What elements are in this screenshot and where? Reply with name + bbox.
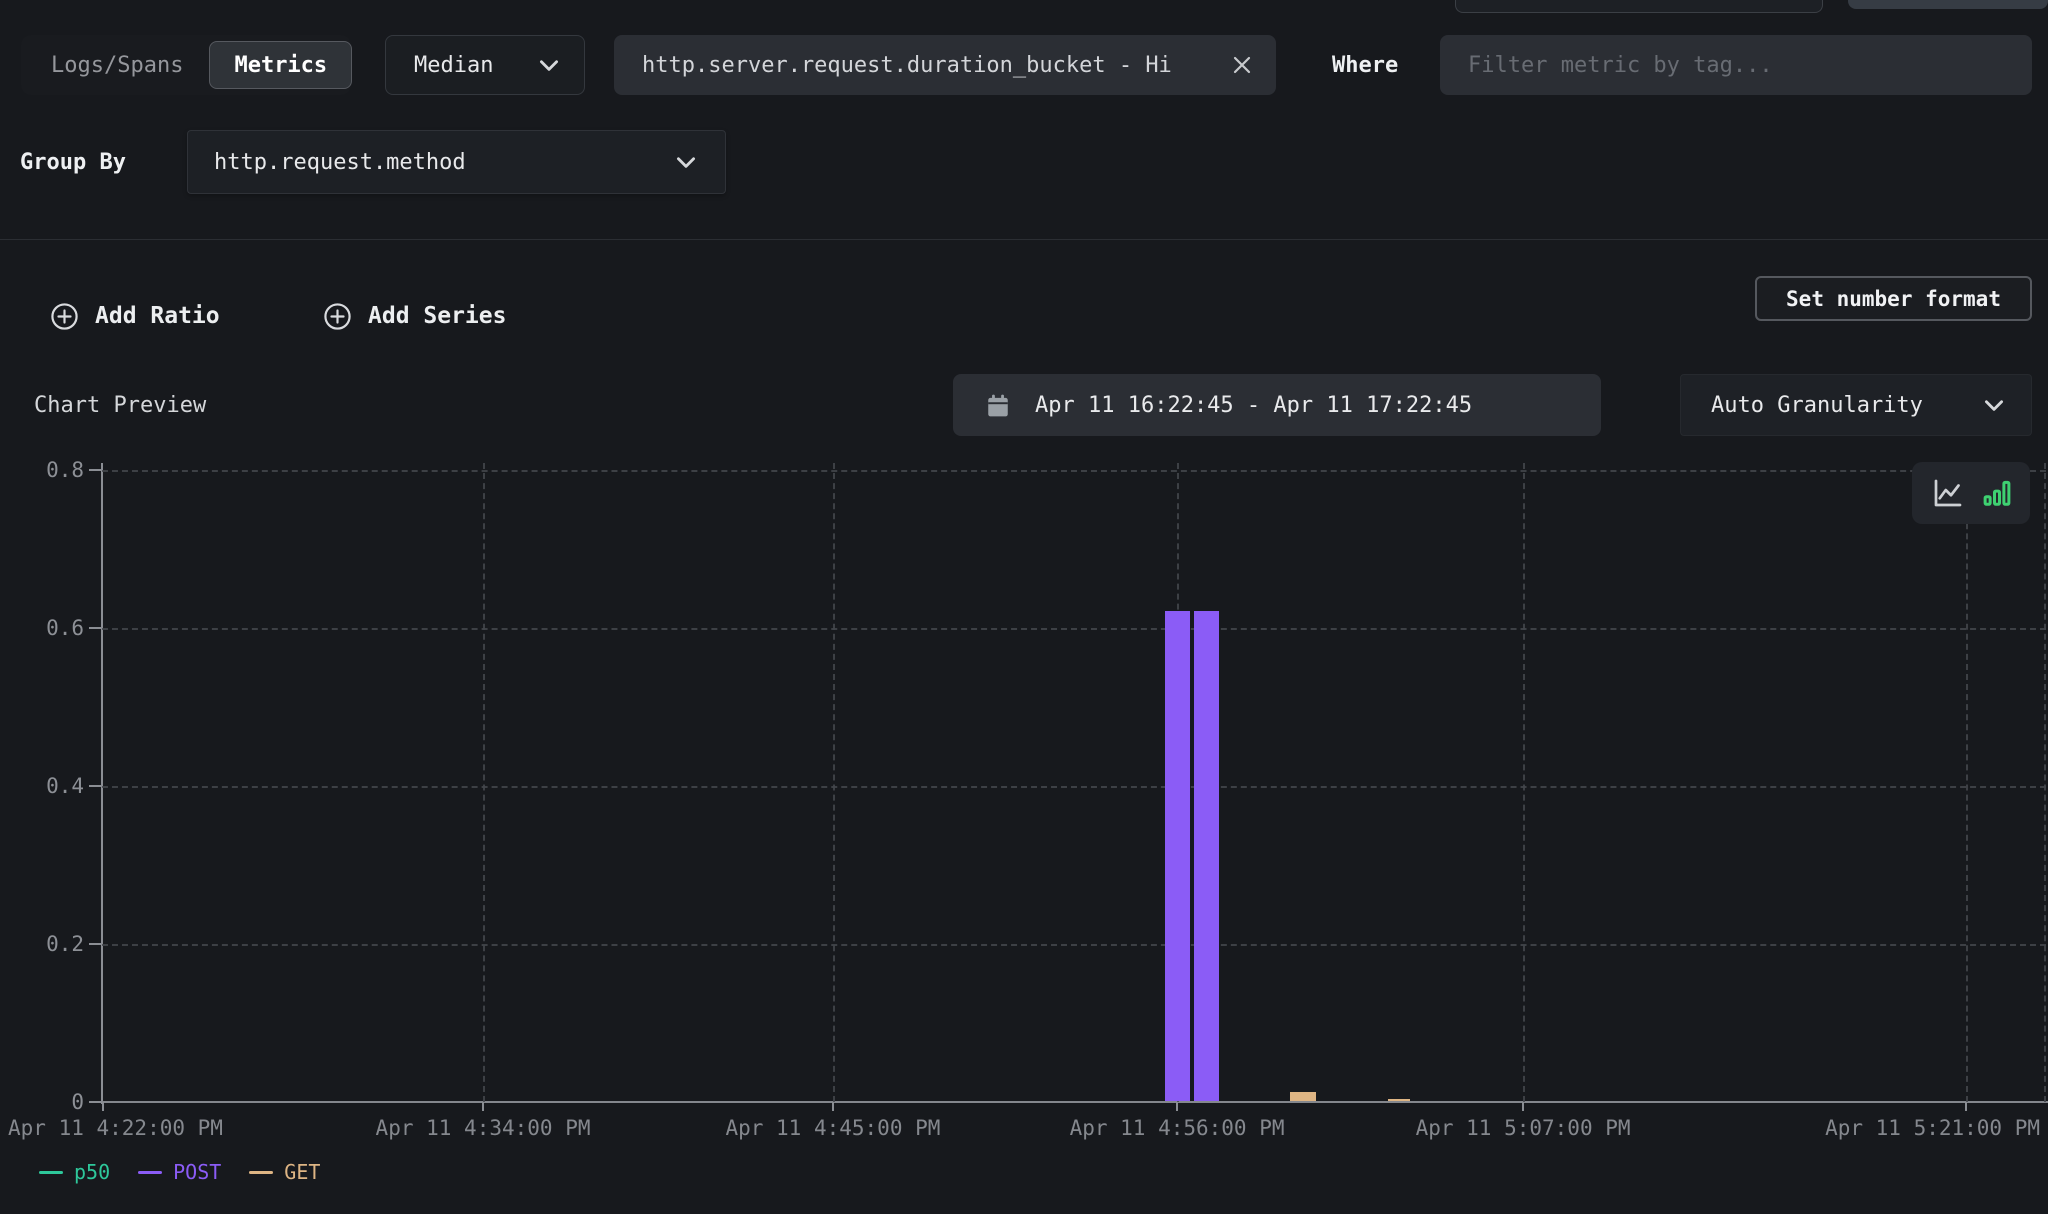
plus-circle-icon [323, 302, 352, 331]
legend: p50 POST GET [39, 1160, 320, 1184]
y-tick-label: 0.2 [0, 932, 84, 956]
bar-POST [1194, 611, 1219, 1101]
gridline-horizontal [102, 470, 2046, 472]
chevron-down-icon [1981, 392, 2007, 418]
gridline-vertical [833, 463, 835, 1102]
where-label: Where [1332, 35, 1398, 95]
gridline-vertical [2044, 463, 2046, 1102]
legend-swatch [138, 1171, 162, 1174]
plus-circle-icon [50, 302, 79, 331]
chart-preview-title: Chart Preview [34, 374, 206, 436]
top-partial-button[interactable] [1848, 0, 2048, 9]
tag-filter-input[interactable] [1440, 35, 2032, 95]
y-axis-tick [89, 943, 102, 945]
x-axis [93, 1101, 2048, 1103]
group-by-label: Group By [20, 130, 126, 194]
time-range-text: Apr 11 16:22:45 - Apr 11 17:22:45 [1035, 393, 1472, 418]
y-tick-label: 0.6 [0, 616, 84, 640]
gridline-vertical [483, 463, 485, 1102]
bar-chart-icon[interactable] [1982, 478, 2012, 508]
legend-label: POST [173, 1160, 221, 1184]
legend-item-GET[interactable]: GET [249, 1160, 320, 1184]
granularity-select[interactable]: Auto Granularity [1680, 374, 2032, 436]
bar-GET [1290, 1092, 1316, 1101]
calendar-icon [985, 392, 1011, 419]
x-axis-tick [1522, 1102, 1524, 1111]
x-tick-label: Apr 11 4:22:00 PM [8, 1116, 223, 1140]
gridline-horizontal [102, 944, 2046, 946]
x-axis-tick [1176, 1102, 1178, 1111]
x-tick-label: Apr 11 4:45:00 PM [725, 1116, 940, 1140]
y-axis-tick [89, 1101, 102, 1103]
section-divider [0, 239, 2048, 240]
y-axis-tick [89, 469, 102, 471]
close-icon[interactable] [1230, 53, 1254, 77]
add-series-button[interactable]: Add Series [323, 294, 506, 338]
x-axis-tick [482, 1102, 484, 1111]
add-series-label: Add Series [368, 303, 506, 329]
tab-logs-spans[interactable]: Logs/Spans [27, 41, 207, 89]
gridline-horizontal [102, 628, 2046, 630]
plot-area: 0.80.60.40.20Apr 11 4:22:00 PMApr 11 4:3… [102, 470, 2046, 1102]
x-tick-label: Apr 11 4:34:00 PM [376, 1116, 591, 1140]
add-ratio-button[interactable]: Add Ratio [50, 294, 220, 338]
chevron-down-icon [536, 52, 562, 78]
x-tick-label: Apr 11 5:07:00 PM [1416, 1116, 1631, 1140]
x-axis-tick [1965, 1102, 1967, 1111]
y-tick-label: 0.8 [0, 458, 84, 482]
metric-name: http.server.request.duration_bucket - Hi [642, 53, 1172, 78]
granularity-value: Auto Granularity [1711, 393, 1923, 418]
time-range-picker[interactable]: Apr 11 16:22:45 - Apr 11 17:22:45 [953, 374, 1601, 436]
line-chart-icon[interactable] [1930, 475, 1966, 511]
group-by-value: http.request.method [214, 150, 466, 175]
aggregation-select[interactable]: Median [385, 35, 585, 95]
tab-metrics[interactable]: Metrics [209, 41, 352, 89]
add-ratio-label: Add Ratio [95, 303, 220, 329]
legend-label: GET [284, 1160, 320, 1184]
y-axis-tick [89, 785, 102, 787]
metric-pill[interactable]: http.server.request.duration_bucket - Hi [614, 35, 1276, 95]
y-tick-label: 0.4 [0, 774, 84, 798]
legend-item-POST[interactable]: POST [138, 1160, 221, 1184]
x-tick-label: Apr 11 4:56:00 PM [1070, 1116, 1285, 1140]
legend-swatch [249, 1171, 273, 1174]
legend-item-p50[interactable]: p50 [39, 1160, 110, 1184]
set-number-format-button[interactable]: Set number format [1755, 276, 2032, 321]
legend-label: p50 [74, 1160, 110, 1184]
gridline-vertical [1966, 463, 1968, 1102]
x-axis-tick [102, 1102, 104, 1111]
x-tick-label: Apr 11 5:21:00 PM [1825, 1116, 2040, 1140]
x-axis-tick [832, 1102, 834, 1111]
top-partial-input[interactable] [1455, 0, 1823, 13]
bar-POST [1165, 611, 1190, 1101]
chevron-down-icon [673, 149, 699, 175]
gridline-horizontal [102, 786, 2046, 788]
group-by-select[interactable]: http.request.method [187, 130, 726, 194]
source-toggle: Logs/Spans Metrics [21, 35, 351, 95]
gridline-vertical [1523, 463, 1525, 1102]
aggregation-value: Median [414, 53, 493, 78]
y-tick-label: 0 [0, 1090, 84, 1114]
bar-GET [1388, 1099, 1410, 1101]
legend-swatch [39, 1171, 63, 1174]
chart-type-toggle [1912, 462, 2030, 524]
y-axis-tick [89, 627, 102, 629]
y-axis [101, 463, 103, 1104]
